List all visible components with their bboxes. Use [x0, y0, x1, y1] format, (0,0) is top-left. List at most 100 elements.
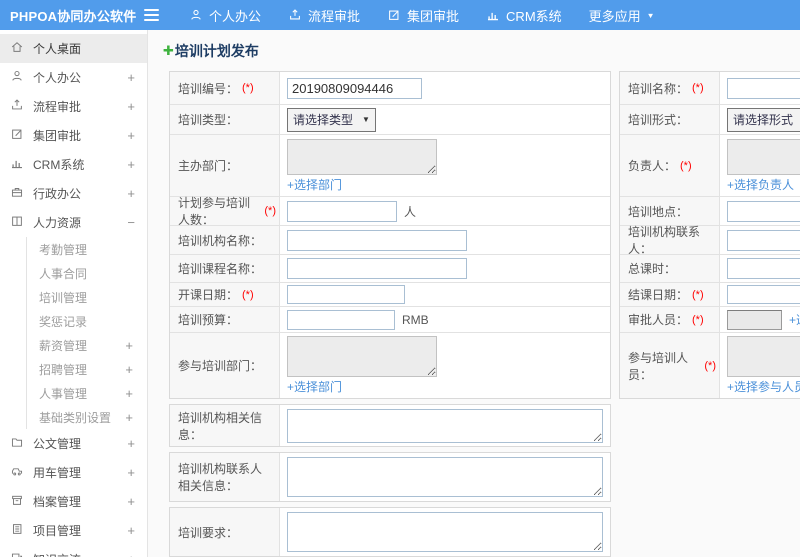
caret-down-icon: ▼	[362, 114, 370, 124]
home-icon	[10, 40, 24, 57]
training-name-input[interactable]	[727, 77, 800, 99]
field-label: 培训类型：	[178, 113, 239, 127]
row-org-info: 培训机构相关信息：	[169, 404, 611, 447]
row-budget: 培训预算： RMB	[170, 307, 610, 333]
sidebar-sub-recruitment[interactable]: 招聘管理 +	[27, 357, 147, 381]
org-name-input[interactable]	[287, 229, 467, 251]
sidebar-item-personal-office[interactable]: 个人办公 +	[0, 63, 147, 92]
approver-input[interactable]	[727, 309, 782, 330]
nav-group-approval[interactable]: 集团审批	[387, 6, 459, 25]
person-icon	[10, 69, 24, 86]
bar-chart-icon	[10, 156, 24, 173]
sidebar-item-vehicle[interactable]: 用车管理 +	[0, 458, 147, 487]
field-label: 培训机构名称：	[178, 233, 263, 248]
sidebar-sub-hr-contract[interactable]: 人事合同	[27, 261, 147, 285]
org-contact-info-textarea[interactable]	[287, 457, 603, 497]
field-label: 培训要求：	[178, 525, 239, 540]
nav-personal-office[interactable]: 个人办公	[189, 6, 261, 25]
select-approver-link[interactable]: +选择审批人员	[789, 311, 800, 328]
caret-down-icon: ▼	[646, 10, 655, 20]
sidebar-item-admin-office[interactable]: 行政办公 +	[0, 179, 147, 208]
field-label: 审批人员：	[628, 313, 689, 327]
person-icon	[189, 8, 203, 22]
form-table-left: 培训编号：(*) 培训类型： 请选择类型▼ 主办部门： +选择部门	[169, 71, 611, 399]
select-leader-link[interactable]: +选择负责人	[727, 176, 794, 193]
row-end-date: 结课日期： (*)	[620, 283, 800, 307]
sidebar-item-documents[interactable]: 公文管理 +	[0, 429, 147, 458]
end-date-input[interactable]	[727, 285, 800, 304]
nav-workflow-approval[interactable]: 流程审批	[288, 6, 360, 25]
leader-textarea[interactable]	[727, 138, 800, 175]
training-no-input[interactable]	[287, 77, 422, 99]
unit-suffix: 人	[404, 204, 417, 219]
sidebar-item-knowledge[interactable]: 知识交流 +	[0, 545, 147, 557]
app-title: PHPOA协同办公软件	[10, 8, 137, 24]
edit-icon	[10, 127, 24, 144]
training-requirements-textarea[interactable]	[287, 512, 603, 552]
location-input[interactable]	[727, 200, 800, 222]
sidebar-item-group-approval[interactable]: 集团审批 +	[0, 121, 147, 150]
total-hours-input[interactable]	[727, 258, 800, 279]
upload-icon	[10, 98, 24, 115]
course-name-input[interactable]	[287, 258, 467, 279]
plus-icon: ✚	[163, 43, 174, 58]
field-label: 培训机构联系人：	[628, 225, 701, 256]
row-leader: 负责人： (*) +选择负责人	[620, 135, 800, 197]
form-table-right: 培训名称：(*) 培训形式： 请选择形式▼ 负责人：(*) +选择负责人	[619, 71, 800, 399]
sidebar-item-desktop[interactable]: 个人桌面	[0, 34, 147, 63]
sidebar-sub-rewards[interactable]: 奖惩记录	[27, 309, 147, 333]
field-label: 培训机构相关信息：	[178, 410, 263, 442]
field-label: 计划参与培训人数：	[178, 196, 251, 227]
currency-suffix: RMB	[402, 312, 429, 327]
row-org-contact-info: 培训机构联系人相关信息：	[169, 452, 611, 502]
planned-count-input[interactable]	[287, 200, 397, 222]
sidebar-item-archives[interactable]: 档案管理 +	[0, 487, 147, 516]
field-label: 培训机构联系人相关信息：	[178, 462, 263, 493]
page-title: ✚ 培训计划发布	[163, 43, 259, 59]
row-total-hours: 总课时：	[620, 255, 800, 283]
sidebar-hr-submenu: 考勤管理 人事合同 培训管理 奖惩记录 薪资管理 + 招聘管理 + 人事管理 + 基础…	[26, 237, 147, 429]
host-dept-textarea[interactable]	[287, 138, 437, 175]
book-icon	[10, 214, 24, 231]
sidebar-sub-personnel[interactable]: 人事管理 +	[27, 381, 147, 405]
main-content: ✚ 培训计划发布 培训编号：(*) 培训类型： 请选择类型▼ 主办部门：	[148, 30, 800, 557]
row-training-form: 培训形式： 请选择形式▼	[620, 105, 800, 135]
field-label: 结课日期：	[628, 288, 689, 302]
field-label: 主办部门：	[178, 159, 239, 173]
training-type-select[interactable]: 请选择类型 ▼	[287, 107, 376, 132]
sidebar-item-hr[interactable]: 人力资源 −	[0, 208, 147, 237]
nav-more-apps[interactable]: 更多应用 ▼	[589, 6, 655, 25]
org-info-textarea[interactable]	[287, 408, 603, 443]
row-planned-count: 计划参与培训人数： (*) 人	[170, 196, 610, 227]
select-participants-link[interactable]: +选择参与人员	[727, 378, 800, 395]
sidebar-sub-base-category[interactable]: 基础类别设置 +	[27, 405, 147, 429]
field-label: 参与培训人员：	[628, 350, 689, 382]
top-bar: PHPOA协同办公软件 个人办公 流程审批 集团审批 CRM系统 更多应用 ▼	[0, 0, 800, 30]
notebook-icon	[10, 522, 24, 539]
training-form-select[interactable]: 请选择形式▼	[727, 107, 800, 132]
hamburger-menu-icon[interactable]	[144, 6, 159, 24]
select-dept-link[interactable]: +选择部门	[287, 176, 342, 193]
sidebar-item-projects[interactable]: 项目管理 +	[0, 516, 147, 545]
field-label: 培训形式：	[628, 113, 689, 127]
field-label: 参与培训部门：	[178, 359, 263, 373]
org-contact-input[interactable]	[727, 229, 800, 251]
sidebar-item-crm[interactable]: CRM系统 +	[0, 150, 147, 179]
participants-textarea[interactable]	[727, 336, 800, 377]
row-start-date: 开课日期： (*)	[170, 283, 610, 307]
car-icon	[10, 464, 24, 481]
budget-input[interactable]	[287, 309, 395, 330]
sidebar-sub-training[interactable]: 培训管理	[27, 285, 147, 309]
row-participating-dept: 参与培训部门： +选择部门	[170, 333, 610, 398]
start-date-input[interactable]	[287, 285, 405, 304]
row-course-name: 培训课程名称：	[170, 255, 610, 283]
participating-dept-textarea[interactable]	[287, 336, 437, 377]
select-dept-link[interactable]: +选择部门	[287, 378, 342, 395]
sidebar-sub-attendance[interactable]: 考勤管理	[27, 237, 147, 261]
sidebar-item-workflow-approval[interactable]: 流程审批 +	[0, 92, 147, 121]
field-label: 培训名称：	[628, 81, 689, 96]
sidebar-sub-salary[interactable]: 薪资管理 +	[27, 333, 147, 357]
field-label: 培训编号：	[178, 81, 239, 96]
bar-chart-icon	[486, 8, 500, 22]
nav-crm[interactable]: CRM系统	[486, 6, 562, 25]
